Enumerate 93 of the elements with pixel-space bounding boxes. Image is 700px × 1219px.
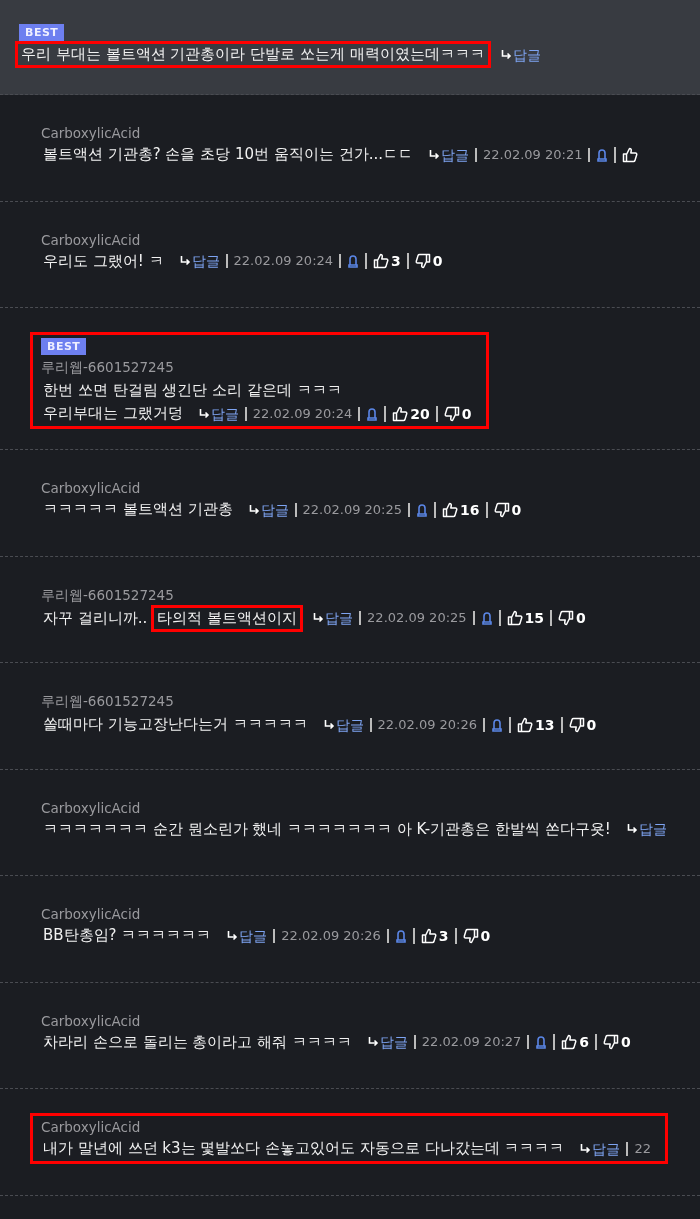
bell-icon[interactable] (535, 1035, 548, 1049)
like-count: 20 (410, 406, 430, 421)
comment-author: 루리웹-6601527245 (41, 359, 174, 377)
reply-link[interactable]: 답글 (367, 1035, 408, 1049)
comment-text: 우리도 그랬어! ㅋ (42, 250, 165, 272)
thumbs-up-icon[interactable] (622, 146, 639, 163)
comment-text: 우리부대는 그랬거덩 (42, 403, 184, 424)
highlighted-comment-text: 타의적 볼트액션이지 (151, 604, 304, 632)
reply-arrow-icon (313, 613, 325, 623)
thumbs-up-icon[interactable] (420, 927, 437, 944)
like-count: 3 (391, 254, 401, 268)
comment-author: CarboxylicAcid (41, 906, 141, 922)
comment-author: 루리웹-6601527245 (41, 693, 174, 711)
bell-icon[interactable] (491, 717, 504, 732)
reply-link[interactable]: 답글 (626, 822, 667, 836)
bell-icon[interactable] (416, 502, 429, 517)
comment-date: 22 (634, 1141, 651, 1156)
like-count: 15 (524, 611, 545, 625)
comment-author: CarboxylicAcid (41, 799, 141, 816)
thumbs-down-icon[interactable] (568, 716, 585, 733)
comment-date: 22.02.09 20:26 (281, 928, 381, 943)
comment-date: 22.02.09 20:26 (377, 717, 478, 732)
best-badge: BEST (41, 338, 87, 355)
thumbs-up-icon[interactable] (561, 1034, 578, 1050)
reply-arrow-icon (179, 256, 191, 266)
reply-arrow-icon (248, 504, 260, 515)
bell-icon[interactable] (347, 254, 360, 268)
thumbs-down-icon[interactable] (443, 405, 460, 422)
dislike-count: 0 (621, 1035, 631, 1049)
thumbs-down-icon[interactable] (603, 1034, 620, 1050)
reply-link[interactable]: 답글 (580, 1141, 621, 1156)
reply-link[interactable]: 답글 (248, 502, 289, 517)
dislike-count: 0 (586, 717, 597, 732)
thumbs-down-icon[interactable] (414, 253, 431, 269)
thumbs-down-icon[interactable] (462, 927, 479, 944)
comment-author: CarboxylicAcid (41, 231, 141, 248)
dislike-count: 0 (480, 928, 491, 943)
comment-text: 볼트액션 기관총? 손을 초당 10번 움직이는 건가...ㄷㄷ (42, 144, 414, 165)
reply-link[interactable]: 답글 (198, 406, 239, 421)
reply-link[interactable]: 답글 (323, 717, 364, 732)
thumbs-up-icon[interactable] (506, 610, 523, 626)
comment-text: ㅋㅋㅋㅋㅋㅋㅋ 순간 뭔소린가 했네 ㅋㅋㅋㅋㅋㅋㅋ 아 K-기관총은 한발씩 쏜다구욧! (42, 818, 612, 840)
comment-author: CarboxylicAcid (41, 1119, 141, 1135)
comment-text: 자꾸 걸리니까.. (42, 607, 149, 629)
dislike-count: 0 (511, 502, 522, 517)
comment-date: 22.02.09 20:27 (421, 1035, 522, 1049)
comment-text: 쏠때마다 기능고장난다는거 ㅋㅋㅋㅋㅋ (42, 714, 309, 735)
comment-date: 22.02.09 20:24 (252, 406, 353, 421)
thumbs-up-icon[interactable] (517, 716, 534, 733)
reply-arrow-icon (580, 1143, 592, 1154)
thumbs-down-icon[interactable] (558, 610, 575, 626)
dislike-count: 0 (461, 406, 472, 421)
reply-link[interactable]: 답글 (428, 147, 469, 162)
comment-author: CarboxylicAcid (41, 480, 141, 496)
comment-text: BB탄총임? ㅋㅋㅋㅋㅋㅋ (42, 925, 213, 946)
highlighted-comment-text: 우리 부대는 볼트액션 기관총이라 단발로 쏘는게 매력이였는데ㅋㅋㅋ (15, 41, 491, 68)
bell-icon[interactable] (596, 147, 609, 162)
thumbs-up-icon[interactable] (392, 405, 409, 422)
bell-icon[interactable] (366, 406, 379, 421)
comment-date: 22.02.09 20:21 (482, 147, 583, 162)
reply-arrow-icon (227, 930, 239, 941)
comment-text: ㅋㅋㅋㅋㅋ 볼트액션 기관총 (42, 499, 234, 520)
comment-author: CarboxylicAcid (41, 1012, 141, 1029)
comment-text: 내가 말년에 쓰던 k3는 몇발쏘다 손놓고있어도 자동으로 다나갔는데 ㅋㅋㅋㅋ (42, 1138, 566, 1159)
comment-text: 차라리 손으로 돌리는 총이라고 해줘 ㅋㅋㅋㅋ (42, 1031, 353, 1053)
like-count: 16 (460, 502, 480, 517)
reply-link[interactable]: 답글 (500, 47, 541, 62)
like-count: 13 (535, 717, 555, 732)
dislike-count: 0 (576, 611, 586, 625)
thumbs-down-icon[interactable] (493, 501, 510, 518)
dislike-count: 0 (432, 254, 443, 268)
best-badge: BEST (19, 24, 65, 41)
reply-arrow-icon (626, 824, 638, 834)
reply-arrow-icon (367, 1037, 379, 1047)
comment-date: 22.02.09 20:24 (233, 254, 334, 268)
comment-text: 한번 쏘면 탄걸림 생긴단 소리 같은데 ㅋㅋㅋ (42, 380, 343, 401)
reply-link[interactable]: 답글 (313, 611, 354, 625)
thumbs-up-icon[interactable] (442, 501, 459, 518)
comment-author: 루리웹-6601527245 (41, 586, 174, 605)
reply-arrow-icon (500, 49, 512, 60)
reply-arrow-icon (428, 149, 440, 160)
thumbs-up-icon[interactable] (373, 253, 390, 269)
like-count: 3 (438, 928, 449, 943)
reply-arrow-icon (323, 719, 335, 730)
bell-icon[interactable] (480, 611, 493, 625)
comment-date: 22.02.09 20:25 (367, 611, 467, 625)
reply-link[interactable]: 답글 (227, 928, 268, 943)
reply-arrow-icon (198, 408, 210, 419)
like-count: 6 (579, 1035, 590, 1049)
reply-link[interactable]: 답글 (179, 254, 220, 268)
comment-author: CarboxylicAcid (41, 125, 141, 141)
comment-date: 22.02.09 20:25 (302, 502, 403, 517)
bell-icon[interactable] (394, 928, 407, 943)
